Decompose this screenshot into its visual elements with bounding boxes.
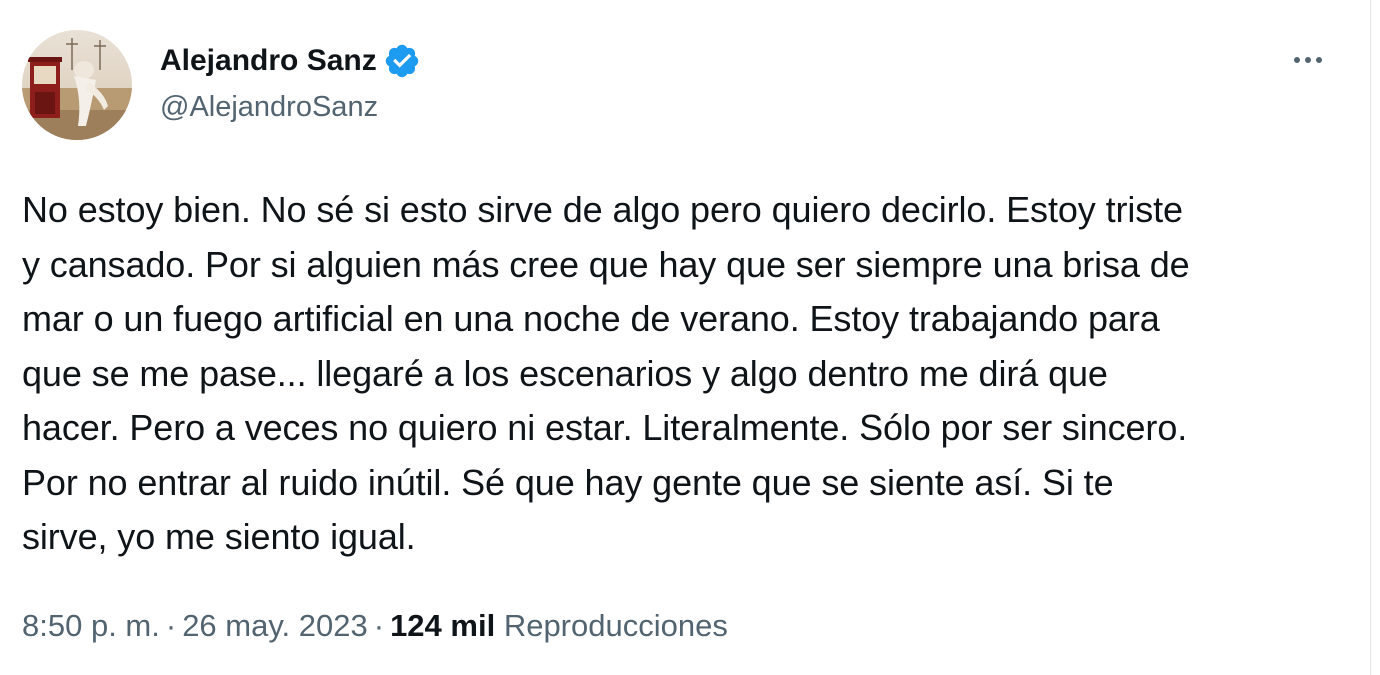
tweet-metadata: 8:50 p. m. · 26 may. 2023 · 124 mil Reproduc… [22, 606, 728, 646]
author-handle[interactable]: @AlejandroSanz [160, 89, 378, 125]
tweet-time[interactable]: 8:50 p. m. [22, 608, 160, 643]
author-name[interactable]: Alejandro Sanz [160, 42, 421, 80]
views-label: Reproducciones [503, 608, 728, 643]
more-dots-icon [1294, 57, 1322, 63]
more-options-button[interactable] [1290, 46, 1330, 74]
card-border [1370, 0, 1371, 675]
views-count: 124 mil [390, 608, 496, 643]
tweet-text: No estoy bien. No sé si esto sirve de al… [22, 189, 1190, 557]
tweet-date[interactable]: 26 may. 2023 [182, 608, 368, 643]
avatar[interactable] [22, 30, 132, 140]
verified-badge-icon [383, 42, 421, 80]
avatar-image [22, 30, 132, 140]
author-display-name[interactable]: Alejandro Sanz [160, 43, 377, 79]
tweet-card: Alejandro Sanz @AlejandroSanz No estoy b… [0, 0, 1370, 675]
meta-separator: · [373, 608, 385, 643]
meta-separator: · [165, 608, 177, 643]
